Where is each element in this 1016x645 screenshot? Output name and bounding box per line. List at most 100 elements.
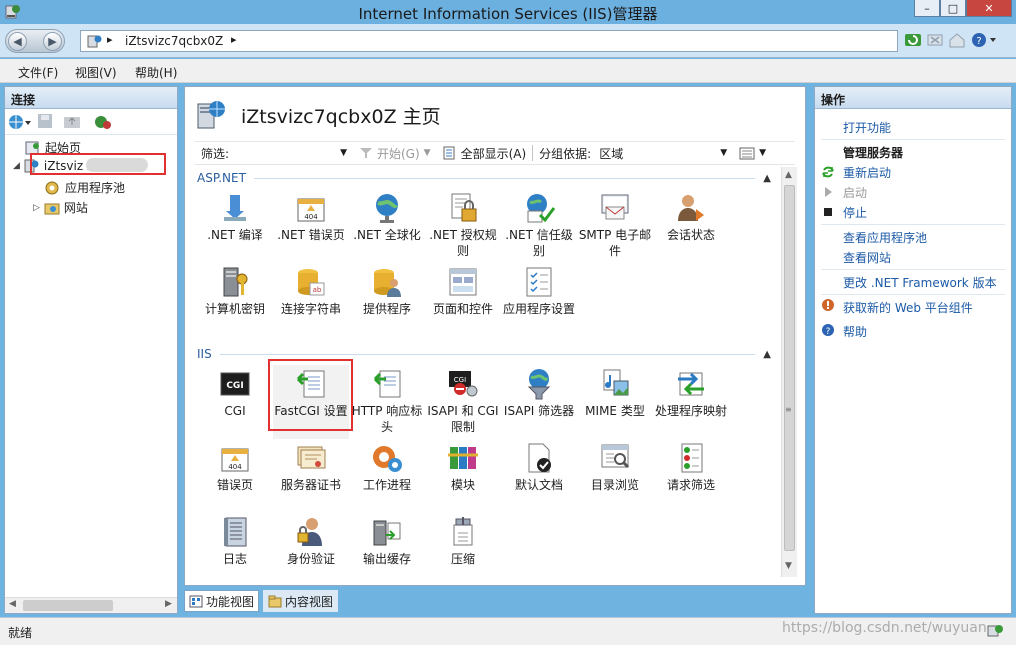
feature-connection-strings[interactable]: ab 连接字符串 (273, 263, 349, 337)
tree-label: 应用程序池 (65, 181, 126, 195)
address-crumb[interactable]: iZtsvizc7qcbx0Z (125, 34, 223, 48)
dropdown-arrow-icon[interactable]: ▼ (720, 148, 727, 158)
worker-processes-icon (373, 446, 402, 472)
output-caching-icon (373, 520, 401, 546)
feature-mime-types[interactable]: MIME 类型 (577, 365, 653, 439)
action-view-sites[interactable]: 查看网站 (843, 249, 891, 266)
menu-file[interactable]: 文件(F) (18, 64, 58, 81)
feature-label: .NET 错误页 (277, 228, 345, 242)
feature-app-settings[interactable]: 应用程序设置 (501, 263, 577, 337)
collapse-up-icon[interactable]: ▲ (763, 173, 771, 184)
address-bar[interactable]: ▸ iZtsvizc7qcbx0Z ▸ (80, 30, 898, 52)
menu-view[interactable]: 视图(V) (75, 64, 117, 81)
feature-machine-key[interactable]: 计算机密钥 (197, 263, 273, 337)
tab-content-view[interactable]: 内容视图 (263, 590, 339, 612)
features-panel: iZtsvizc7qcbx0Z 主页 筛选: ▼ 开始(G) ▼ 全部显示(A)… (184, 86, 806, 586)
scroll-down-icon[interactable]: ▼ (785, 561, 792, 571)
up-folder-icon[interactable] (63, 113, 83, 129)
feature-http-response-headers[interactable]: HTTP 响应标头 (349, 365, 425, 439)
feature-pages-controls[interactable]: 页面和控件 (425, 263, 501, 337)
menu-help[interactable]: 帮助(H) (135, 64, 177, 81)
action-stop[interactable]: 停止 (843, 204, 867, 221)
view-tabs: 功能视图 内容视图 (184, 590, 339, 612)
start-filter-button[interactable]: 开始(G) ▼ (353, 145, 437, 162)
show-all-label: 全部显示(A) (460, 146, 527, 161)
feature-handler-mappings[interactable]: 处理程序映射 (653, 365, 729, 439)
dropdown-arrow-icon[interactable]: ▼ (340, 148, 347, 158)
maximize-button[interactable]: □ (940, 0, 966, 17)
action-start[interactable]: 启动 (843, 184, 867, 201)
feature-label: ISAPI 筛选器 (503, 404, 575, 418)
feature-default-document[interactable]: 默认文档 (501, 439, 577, 513)
filter-input[interactable]: 筛选: ▼ (195, 145, 353, 162)
view-mode-button[interactable]: ▼ (733, 147, 772, 160)
feature-compression[interactable]: 压缩 (425, 513, 501, 577)
feature-isapi-filters[interactable]: ISAPI 筛选器 (501, 365, 577, 439)
feature-dotnet-globalization[interactable]: .NET 全球化 (349, 189, 425, 263)
feature-providers[interactable]: 提供程序 (349, 263, 425, 337)
logging-icon (224, 517, 247, 547)
stop-icon[interactable] (926, 31, 944, 49)
authentication-icon (297, 518, 322, 546)
help-icon[interactable]: ? (970, 31, 998, 49)
feature-dotnet-authorization[interactable]: .NET 授权规则 (425, 189, 501, 263)
close-button[interactable]: ✕ (966, 0, 1012, 17)
refresh-icon[interactable] (904, 31, 922, 49)
features-vscrollbar[interactable]: ▲ ≡ ▼ (781, 167, 797, 577)
action-open-feature[interactable]: 打开功能 (843, 119, 891, 136)
group-name: ASP.NET (197, 171, 246, 185)
pages-controls-icon (449, 268, 477, 296)
group-by-select[interactable]: 分组依据: 区域 ▼ (533, 145, 733, 162)
scroll-right-icon[interactable]: ▶ (165, 599, 172, 609)
scroll-thumb[interactable] (23, 600, 113, 611)
feature-label: 处理程序映射 (654, 404, 727, 418)
start-icon (825, 187, 832, 197)
show-all-button[interactable]: 全部显示(A) (437, 145, 533, 162)
sites-folder-icon (44, 203, 60, 214)
feature-error-pages[interactable]: 404 错误页 (197, 439, 273, 513)
feature-dotnet-compile[interactable]: .NET 编译 (197, 189, 273, 263)
feature-label: 工作进程 (362, 478, 411, 492)
scroll-left-icon[interactable]: ◀ (9, 599, 16, 609)
action-view-app-pools[interactable]: 查看应用程序池 (843, 229, 927, 246)
feature-session-state[interactable]: 会话状态 (653, 189, 729, 263)
feature-authentication[interactable]: 身份验证 (273, 513, 349, 577)
back-button[interactable]: ◀ (8, 32, 27, 51)
feature-modules[interactable]: 模块 (425, 439, 501, 513)
feature-worker-processes[interactable]: 工作进程 (349, 439, 425, 513)
action-help[interactable]: 帮助 (843, 323, 867, 340)
feature-logging[interactable]: 日志 (197, 513, 273, 577)
tree-app-pools[interactable]: 应用程序池 (45, 179, 125, 196)
feature-cgi[interactable]: CGI CGI (197, 365, 273, 439)
tree-sites[interactable]: ▷ 网站 (33, 199, 88, 216)
home-icon[interactable] (948, 31, 966, 49)
group-header-aspnet[interactable]: ASP.NET ▲ (197, 169, 771, 187)
window-title: Internet Information Services (IIS)管理器 (358, 5, 658, 23)
action-get-web-platform[interactable]: 获取新的 Web 平台组件 (843, 299, 973, 316)
connect-globe-icon[interactable] (8, 113, 32, 131)
feature-isapi-cgi-restrictions[interactable]: CGI ISAPI 和 CGI 限制 (425, 365, 501, 439)
action-restart[interactable]: 重新启动 (843, 164, 891, 181)
scroll-up-icon[interactable]: ▲ (785, 170, 792, 180)
dropdown-arrow-icon: ▼ (423, 148, 431, 158)
forward-button[interactable]: ▶ (43, 32, 62, 51)
feature-server-certificates[interactable]: 服务器证书 (273, 439, 349, 513)
tab-features-view[interactable]: 功能视图 (184, 590, 260, 612)
save-icon[interactable] (37, 113, 53, 129)
feature-label: ISAPI 和 CGI 限制 (427, 404, 499, 434)
feature-smtp-email[interactable]: SMTP 电子邮件 (577, 189, 653, 263)
feature-output-caching[interactable]: 输出缓存 (349, 513, 425, 577)
feature-dotnet-error-pages[interactable]: 404 .NET 错误页 (273, 189, 349, 263)
group-by-value: 区域 (599, 146, 624, 161)
action-change-framework[interactable]: 更改 .NET Framework 版本 (843, 274, 997, 291)
app-settings-icon (526, 267, 552, 297)
collapse-up-icon[interactable]: ▲ (763, 349, 771, 360)
feature-directory-browsing[interactable]: 目录浏览 (577, 439, 653, 513)
web-platform-icon (822, 299, 834, 311)
connections-hscrollbar[interactable]: ◀ ▶ (5, 597, 177, 613)
minimize-button[interactable]: – (914, 0, 940, 17)
connect-server-icon[interactable] (93, 113, 113, 131)
scroll-thumb[interactable] (784, 185, 795, 551)
feature-request-filtering[interactable]: 请求筛选 (653, 439, 729, 513)
feature-dotnet-trust[interactable]: .NET 信任级别 (501, 189, 577, 263)
